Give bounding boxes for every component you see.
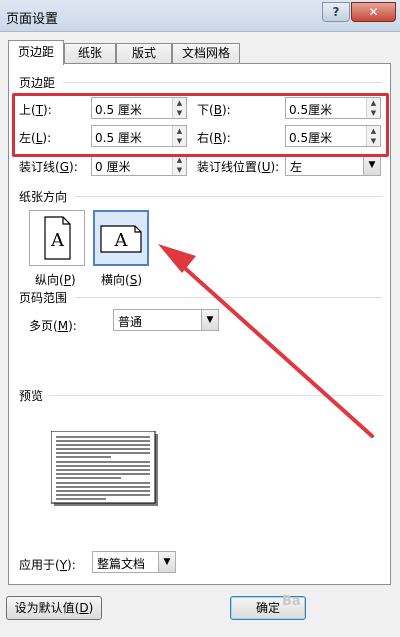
page-preview bbox=[51, 431, 158, 506]
tab-doc-grid[interactable]: 文档网格 bbox=[172, 43, 240, 64]
spin-up-icon[interactable]: ▲ bbox=[173, 126, 186, 136]
divider bbox=[49, 395, 382, 396]
watermark-text: Ba bbox=[282, 594, 301, 609]
orientation-section-title: 纸张方向 bbox=[19, 190, 68, 204]
portrait-label[interactable]: 纵向(P) bbox=[35, 271, 76, 288]
spin-up-icon[interactable]: ▲ bbox=[173, 98, 186, 108]
tab-layout[interactable]: 版式 bbox=[116, 43, 172, 64]
spin-up-icon[interactable]: ▲ bbox=[173, 155, 186, 165]
tab-margins[interactable]: 页边距 bbox=[8, 40, 64, 65]
gutter-position-select[interactable]: 左 ▼ bbox=[285, 154, 381, 176]
close-button[interactable]: ✕ bbox=[351, 2, 396, 22]
spin-down-icon[interactable]: ▼ bbox=[173, 136, 186, 146]
spin-down-icon[interactable]: ▼ bbox=[173, 108, 186, 118]
gutter-input[interactable]: 0 厘米 ▲ ▼ bbox=[91, 154, 187, 176]
spin-up-icon[interactable]: ▲ bbox=[367, 98, 380, 108]
right-margin-input[interactable]: 0.5厘米 ▲ ▼ bbox=[285, 125, 381, 147]
landscape-label[interactable]: 横向(S) bbox=[101, 271, 142, 288]
spin-up-icon[interactable]: ▲ bbox=[367, 126, 380, 136]
tab-panel: 页边距 上(T): 0.5 厘米 ▲ ▼ 下(B): 0.5厘米 ▲ ▼ 左(L):… bbox=[8, 63, 391, 585]
tab-paper[interactable]: 纸张 bbox=[64, 43, 116, 64]
landscape-button[interactable]: A bbox=[93, 210, 149, 266]
portrait-page-icon: A bbox=[44, 216, 71, 260]
gutter-spinner[interactable]: ▲ ▼ bbox=[172, 155, 186, 175]
portrait-button[interactable]: A bbox=[29, 210, 85, 266]
spin-down-icon[interactable]: ▼ bbox=[367, 136, 380, 146]
apply-to-select[interactable]: 整篇文档 ▼ bbox=[92, 551, 176, 573]
bottom-margin-label: 下(B): bbox=[197, 103, 231, 117]
chevron-down-icon[interactable]: ▼ bbox=[201, 310, 218, 330]
landscape-glyph: A bbox=[114, 230, 129, 251]
top-margin-input[interactable]: 0.5 厘米 ▲ ▼ bbox=[91, 97, 187, 119]
help-button[interactable]: ? bbox=[322, 2, 350, 22]
top-margin-label: 上(T): bbox=[19, 103, 52, 117]
gutter-label: 装订线(G): bbox=[19, 160, 78, 174]
portrait-glyph: A bbox=[50, 230, 65, 251]
margins-section-title: 页边距 bbox=[19, 76, 56, 90]
bottom-margin-spinner[interactable]: ▲ ▼ bbox=[366, 98, 380, 118]
apply-to-label: 应用于(Y): bbox=[19, 558, 76, 572]
divider bbox=[75, 196, 382, 197]
multiple-pages-label: 多页(M): bbox=[29, 319, 77, 333]
spin-down-icon[interactable]: ▼ bbox=[173, 165, 186, 175]
left-margin-input[interactable]: 0.5 厘米 ▲ ▼ bbox=[91, 125, 187, 147]
preview-section-title: 预览 bbox=[19, 389, 44, 403]
title-bar: 页面设置 ? ✕ bbox=[0, 0, 400, 32]
top-margin-spinner[interactable]: ▲ ▼ bbox=[172, 98, 186, 118]
left-margin-label: 左(L): bbox=[19, 131, 52, 145]
gutter-position-label: 装订线位置(U): bbox=[197, 160, 280, 174]
divider bbox=[63, 82, 382, 83]
chevron-down-icon[interactable]: ▼ bbox=[158, 552, 175, 572]
right-margin-spinner[interactable]: ▲ ▼ bbox=[366, 126, 380, 146]
left-margin-spinner[interactable]: ▲ ▼ bbox=[172, 126, 186, 146]
chevron-down-icon[interactable]: ▼ bbox=[363, 155, 380, 175]
window-title: 页面设置 bbox=[6, 12, 59, 27]
landscape-page-icon: A bbox=[100, 225, 142, 253]
bottom-margin-input[interactable]: 0.5厘米 ▲ ▼ bbox=[285, 97, 381, 119]
spin-down-icon[interactable]: ▼ bbox=[367, 108, 380, 118]
right-margin-label: 右(R): bbox=[197, 131, 231, 145]
pages-section-title: 页码范围 bbox=[19, 291, 68, 305]
divider bbox=[75, 297, 382, 298]
set-default-button[interactable]: 设为默认值(D) bbox=[6, 596, 102, 620]
multiple-pages-select[interactable]: 普通 ▼ bbox=[113, 309, 219, 331]
